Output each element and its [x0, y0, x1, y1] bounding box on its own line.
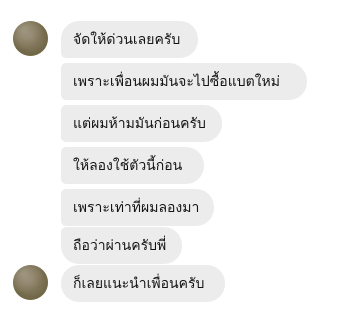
avatar[interactable]: [13, 265, 48, 300]
message-text: ให้ลองใช้ตัวนี้ก่อน: [73, 157, 183, 174]
avatar[interactable]: [13, 21, 48, 56]
message-bubble[interactable]: แต่ผมห้ามมันก่อนครับ: [61, 105, 222, 142]
message-text: ถือว่าผ่านครับพี่: [73, 237, 167, 254]
message-text: เพราะเท่าที่ผมลองมา: [73, 199, 200, 216]
message-bubble[interactable]: เพราะเท่าที่ผมลองมา: [61, 189, 214, 226]
message-bubble[interactable]: เพราะเพื่อนผมมันจะไปซื้อแบตใหม่: [61, 63, 307, 100]
message-bubble[interactable]: จัดให้ด่วนเลยครับ: [61, 21, 198, 58]
message-text: ก็เลยแนะนำเพื่อนครับ: [73, 275, 205, 292]
message-text: จัดให้ด่วนเลยครับ: [73, 31, 181, 48]
message-bubble[interactable]: ถือว่าผ่านครับพี่: [61, 227, 182, 264]
message-text: เพราะเพื่อนผมมันจะไปซื้อแบตใหม่: [73, 73, 280, 90]
message-bubble[interactable]: ก็เลยแนะนำเพื่อนครับ: [61, 265, 225, 302]
message-bubble[interactable]: ให้ลองใช้ตัวนี้ก่อน: [61, 147, 204, 184]
message-text: แต่ผมห้ามมันก่อนครับ: [73, 115, 206, 132]
message-thread: จัดให้ด่วนเลยครับ เพราะเพื่อนผมมันจะไปซื…: [0, 0, 350, 323]
